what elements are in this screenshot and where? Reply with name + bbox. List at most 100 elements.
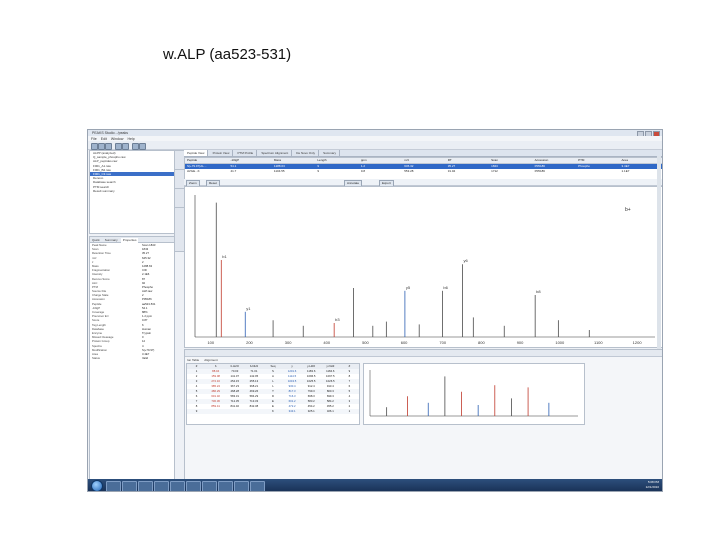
clock-time: 5:08 PM [647,480,659,484]
tab-denovo-only[interactable]: De Novo Only [293,150,319,156]
column-header[interactable]: ppm [359,158,402,163]
x-tick-label: 1100 [594,340,603,345]
fragment-cell [225,409,244,414]
x-tick-label: 1000 [555,340,565,345]
table-cell: 1104.55 [273,169,285,173]
slide-title: w.ALP (aa523-531) [163,46,292,63]
peak-label: y6 [463,258,468,263]
fragment-cell: 343.1 [288,409,296,413]
table-cell [576,169,619,174]
undo-icon[interactable] [115,142,122,150]
vertical-scrollbar[interactable] [657,156,661,356]
vtab-tasks[interactable] [175,189,184,208]
ie-taskbar-icon[interactable] [122,480,137,491]
save-icon[interactable] [105,142,112,150]
table-cell: 1712 [491,169,498,173]
x-tick-label: 900 [517,340,524,345]
x-tick-label: 300 [285,340,292,345]
clock-date: 12/1/2010 [645,484,659,489]
column-header[interactable]: Peptide [185,158,228,163]
x-tick-label: 1200 [633,340,643,345]
column-header[interactable]: m/z [402,158,445,163]
mini-peaks [386,376,550,416]
explorer-taskbar-icon[interactable] [106,480,121,491]
system-clock: 5:08 PM 12/1/2010 [646,480,659,489]
media-taskbar-icon[interactable] [154,480,169,491]
fragment-row[interactable]: 9 K 343.1 325.1 326.1 1 [187,409,359,414]
application-screenshot: PEAKS Studio - /peaks File Edit Window H… [87,129,663,492]
property-row[interactable]: Status Valid [90,356,174,360]
column-header[interactable]: -10lgP [228,158,271,163]
tab-ptm-profile[interactable]: PTM Profile [235,150,258,156]
property-value: Valid [142,356,149,361]
x-tick-label: 800 [478,340,485,345]
fragment-cell [206,409,225,414]
vtab-project[interactable] [175,151,184,170]
table-cell: P05186 [534,169,545,173]
tree-item[interactable]: Result summary [90,189,174,193]
fragment-cell: 1 [348,409,351,413]
tab-spectrum-alignment[interactable]: Spectrum Alignment [258,150,293,156]
redo-icon[interactable] [122,142,129,150]
open-icon[interactable] [98,142,105,150]
spectrum-toolbar: Zoom Reset Annotate Export [184,179,662,187]
column-header[interactable]: Mass [272,158,315,163]
table-cell: 9 [317,169,320,173]
settings-icon[interactable] [132,142,139,150]
pdf-taskbar-icon[interactable] [234,480,249,491]
table-row[interactable]: AVGE...K 41.7 1104.55 9 0.8 553.28 31.04 1712 P0… [185,169,662,174]
annotated-spectrum-plot [369,370,578,417]
tab-peptide-view[interactable]: Peptide View [184,150,209,156]
peak-label: b3 [335,317,340,322]
window-title: PEAKS Studio - /peaks [92,130,128,135]
properties-panel: Quick Summary Properties Peak Name Scan 1… [89,236,175,483]
properties-list: Peak Name Scan 1843 Scan 1843 Retention Time… [90,243,174,360]
new-icon[interactable] [91,142,98,150]
column-header[interactable]: Length [315,158,358,163]
spectrum-ticks: 100 200 300 400 500 600 700 800 900 1000 1100 1200 [207,340,642,345]
column-header[interactable]: RT [446,158,489,163]
psm-table: Peptide -10lgP Mass Length ppm m/z RT Scan Acces… [184,157,662,180]
excel-taskbar-icon[interactable] [218,480,233,491]
column-header[interactable]: PTM [576,158,619,163]
table-cell: 0.8 [360,169,365,173]
property-key: Status [92,356,100,361]
column-header[interactable]: Scan [489,158,532,163]
windows-taskbar: 5:08 PM 12/1/2010 [88,479,662,491]
x-tick-label: 400 [323,340,330,345]
x-tick-label: 500 [362,340,369,345]
peak-label: b1 [222,254,227,259]
paint-taskbar-icon[interactable] [186,480,201,491]
tab-summary-view[interactable]: Summary [320,150,340,156]
peaks-taskbar-icon[interactable] [170,480,185,491]
ion-table-pane: Ion Table Alignment # b b-H2O b-NH3 Seq y y-H2… [184,349,662,481]
word-taskbar-icon[interactable] [202,480,217,491]
peak-label: y1 [246,306,251,311]
search-icon[interactable] [139,142,146,150]
folder-taskbar-icon[interactable] [138,480,153,491]
vtab-results[interactable] [175,170,184,189]
project-tree: ALPP (analyzed) Q_sample_phospho.raw ALP… [89,150,175,234]
fragment-cell: K [272,409,274,413]
app-taskbar-icon[interactable] [250,480,265,491]
tab-protein-view[interactable]: Protein View [210,150,234,156]
fragment-ion-table: # b b-H2O b-NH3 Seq y y-H2O y-NH3 # 1 88.04 70.03 7… [186,363,360,425]
x-tick-label: 600 [401,340,408,345]
spectrum-plot: b+ b1 y1 b3 y5 b6 y6 b8 100 200 300 400 500 600 700 8… [194,195,655,345]
x-tick-label: 700 [439,340,446,345]
table-cell: 553.28 [404,169,414,173]
fragment-cell: 325.1 [307,409,315,413]
fragment-cell: 9 [195,409,198,413]
column-header[interactable]: Accession [533,158,576,163]
fragment-table-body: 1 88.04 70.03 71.01 S 1201.6 1183.6 1184.6 9 2 159… [187,369,359,414]
ms-ms-spectrum[interactable]: b+ b1 y1 b3 y5 b6 y6 b8 100 200 300 400 500 600 700 8… [184,186,662,348]
peak-label: y5 [406,285,411,290]
ion-pane-tabs: Ion Table Alignment [185,357,662,362]
x-tick-label: 200 [246,340,253,345]
top-ion-label: b+ [625,207,631,213]
table-cell: AVGE...K [187,169,200,173]
peak-label: b6 [443,285,448,290]
annotated-spectrum[interactable] [363,363,585,425]
start-button[interactable] [91,480,103,491]
spectrum-peaks: b1 y1 b3 y5 b6 y6 b8 [215,202,590,337]
